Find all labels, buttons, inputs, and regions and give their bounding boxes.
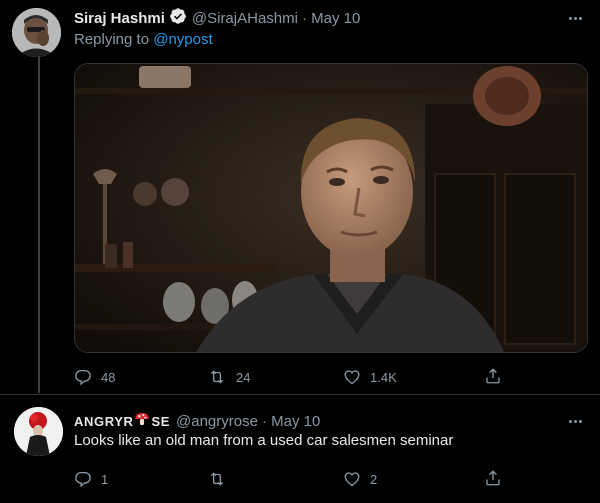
user-handle[interactable]: @angryrose: [176, 413, 258, 430]
verified-badge-icon: [169, 7, 187, 29]
display-name-part-1[interactable]: ANGRYR: [74, 414, 133, 429]
tweet-divider: [0, 394, 600, 395]
photo-man-in-dark-room: [75, 64, 587, 352]
tweet-header: ANGRYR SE @angryrose · May 10: [74, 411, 320, 431]
retweet-count: 24: [236, 369, 251, 385]
heart-icon: [344, 472, 360, 487]
like-count: 2: [370, 471, 378, 487]
reply-button[interactable]: 1: [74, 469, 108, 489]
tweet-date[interactable]: · May 10: [262, 413, 320, 430]
avatar-photo: [14, 407, 63, 456]
avatar[interactable]: [14, 407, 63, 456]
more-horizontal-icon[interactable]: [565, 411, 585, 431]
thread-connector-line: [38, 56, 40, 393]
user-handle[interactable]: @SirajAHashmi: [192, 10, 298, 27]
tweet-image[interactable]: [74, 63, 588, 353]
mushroom-icon: [134, 411, 150, 431]
tweet-text: Looks like an old man from a used car sa…: [74, 432, 454, 449]
avatar[interactable]: [12, 8, 61, 57]
replying-to-mention[interactable]: @nypost: [153, 31, 212, 48]
retweet-button[interactable]: 24: [207, 367, 250, 387]
tweet-header: Siraj Hashmi @SirajAHashmi · May 10: [74, 8, 360, 28]
reply-button[interactable]: 48: [74, 367, 115, 387]
replying-to-label: Replying to: [74, 31, 150, 48]
share-button[interactable]: [484, 366, 502, 386]
heart-icon: [344, 370, 360, 385]
replying-to: Replying to @nypost: [74, 31, 213, 48]
retweet-icon: [210, 472, 224, 486]
tweet-date[interactable]: · May 10: [302, 10, 360, 27]
retweet-icon: [210, 370, 224, 384]
reply-count: 1: [101, 471, 109, 487]
share-icon: [486, 470, 500, 486]
retweet-button[interactable]: [207, 469, 236, 489]
share-button[interactable]: [484, 468, 502, 488]
like-button[interactable]: 1.4K: [343, 367, 397, 387]
like-button[interactable]: 2: [343, 469, 377, 489]
like-count: 1.4K: [370, 369, 397, 385]
reply-bubble-icon: [75, 471, 91, 488]
share-icon: [486, 368, 500, 384]
reply-bubble-icon: [75, 369, 91, 386]
more-horizontal-icon[interactable]: [565, 8, 585, 28]
avatar-photo: [12, 8, 61, 57]
display-name-part-2[interactable]: SE: [151, 414, 170, 429]
reply-count: 48: [101, 369, 116, 385]
display-name[interactable]: Siraj Hashmi: [74, 10, 165, 27]
